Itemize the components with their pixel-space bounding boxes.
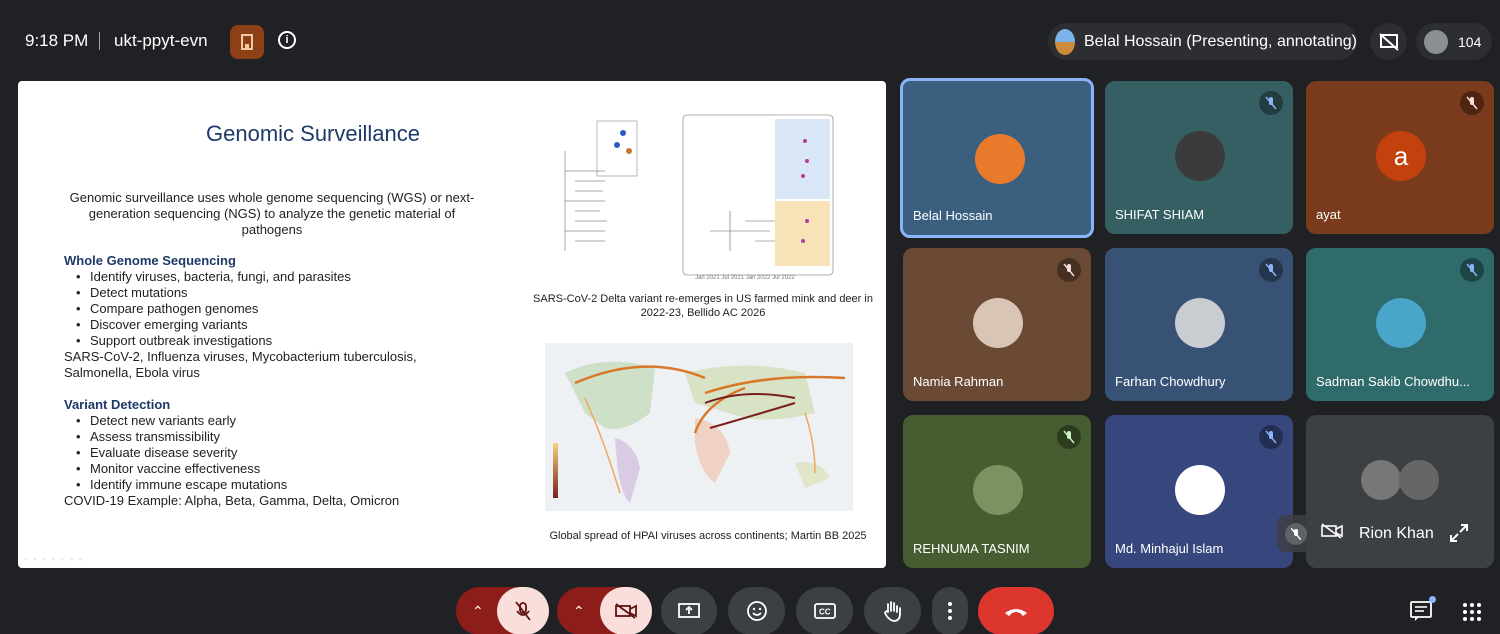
participants-avatar — [1424, 29, 1448, 54]
participant-tile[interactable]: SHIFAT SHIAM — [1105, 81, 1293, 234]
avatar — [973, 298, 1023, 348]
list-item: Assess transmissibility — [76, 429, 287, 445]
list-item: Support outbreak investigations — [76, 333, 351, 349]
participant-name: Belal Hossain — [913, 208, 993, 223]
cam-off-icon[interactable] — [1321, 523, 1343, 544]
present-off-icon[interactable] — [1370, 23, 1407, 60]
present-button[interactable] — [661, 587, 717, 634]
avatar — [1399, 460, 1439, 500]
presenter-label: Belal Hossain (Presenting, annotating) — [1083, 32, 1357, 50]
section-wgs-title: Whole Genome Sequencing — [64, 253, 236, 268]
camera-toggle-button[interactable] — [600, 587, 652, 634]
chevron-up-icon[interactable]: ⌃ — [573, 603, 585, 620]
participant-tile[interactable]: Sadman Sakib Chowdhu... — [1306, 248, 1494, 401]
mic-off-icon[interactable] — [1285, 522, 1307, 545]
avatar — [975, 134, 1025, 184]
captions-icon: CC — [813, 603, 836, 619]
participant-tile[interactable]: Namia Rahman — [903, 248, 1091, 401]
avatar — [1361, 460, 1401, 500]
avatar — [1175, 465, 1225, 515]
participant-tile[interactable]: Belal Hossain — [900, 78, 1094, 238]
participant-tile[interactable]: REHNUMA TASNIM — [903, 415, 1091, 568]
raise-hand-button[interactable] — [864, 587, 921, 634]
mic-off-icon — [1259, 91, 1283, 115]
slide-intro: Genomic surveillance uses whole genome s… — [69, 190, 475, 237]
participant-tile[interactable]: Md. Minhajul Islam — [1105, 415, 1293, 568]
slide-title: Genomic Surveillance — [206, 121, 420, 146]
list-item: Detect mutations — [76, 285, 351, 301]
figure2-caption: Global spread of HPAI viruses across con… — [549, 530, 867, 542]
phylogeny-figure: Jan 2021 Jul 2021 Jan 2022 Jul 2022 — [545, 111, 837, 281]
mic-off-icon — [515, 601, 531, 621]
building-icon[interactable] — [230, 25, 264, 59]
mic-toggle-button[interactable] — [497, 587, 549, 634]
captions-button[interactable]: CC — [796, 587, 853, 634]
mic-off-icon — [1057, 425, 1081, 449]
chevron-up-icon[interactable]: ⌃ — [472, 603, 484, 620]
svg-text:Jan 2021 Jul 2021 Ja: Jan 2021 Jul 2021 Jan 2022 Jul 2022 — [695, 275, 795, 281]
list-item: Detect new variants early — [76, 413, 287, 429]
clock: 9:18 PM — [25, 31, 89, 50]
notification-dot — [1429, 596, 1436, 603]
avatar — [1175, 298, 1225, 348]
presenter-avatar — [1055, 28, 1075, 55]
top-bar: 9:18 PM ukt-ppyt-evn i Belal Hossain (Pr… — [0, 0, 1500, 80]
self-view-name: Rion Khan — [1359, 524, 1434, 542]
info-icon[interactable]: i — [278, 31, 296, 49]
variant-note: COVID-19 Example: Alpha, Beta, Gamma, De… — [64, 493, 400, 508]
avatar — [1376, 298, 1426, 348]
mic-off-icon — [1259, 425, 1283, 449]
participant-name: ayat — [1316, 207, 1341, 222]
mic-off-icon — [1057, 258, 1081, 282]
more-icon — [948, 602, 952, 620]
raise-hand-icon — [883, 601, 901, 622]
list-item: Discover emerging variants — [76, 317, 351, 333]
wgs-note: SARS-CoV-2, Influenza viruses, Mycobacte… — [64, 349, 417, 380]
emoji-icon — [746, 601, 767, 621]
presenter-pill[interactable]: Belal Hossain (Presenting, annotating) — [1048, 23, 1357, 60]
participant-name: Namia Rahman — [913, 374, 1004, 389]
section-variant-title: Variant Detection — [64, 397, 171, 412]
divider — [99, 32, 100, 50]
participant-name: Sadman Sakib Chowdhu... — [1316, 374, 1470, 389]
mic-off-icon — [1460, 258, 1484, 282]
list-item: Identify viruses, bacteria, fungi, and p… — [76, 269, 351, 285]
more-options-button[interactable] — [932, 587, 968, 634]
participant-name: Md. Minhajul Islam — [1115, 541, 1224, 556]
slide-controls[interactable]: ◦◦◦◦◦◦◦ — [24, 554, 88, 564]
presentation-slide: Genomic Surveillance Genomic surveillanc… — [18, 81, 886, 568]
apps-icon[interactable] — [1462, 602, 1482, 627]
avatar — [1175, 131, 1225, 181]
chat-icon[interactable] — [1409, 596, 1436, 627]
present-icon — [678, 603, 700, 618]
avatar: a — [1376, 131, 1426, 181]
hangup-icon — [1005, 609, 1027, 616]
list-item: Compare pathogen genomes — [76, 301, 351, 317]
avatar — [973, 465, 1023, 515]
participants-button[interactable]: 104 — [1416, 23, 1492, 60]
expand-icon[interactable] — [1450, 524, 1468, 547]
mic-off-icon — [1259, 258, 1283, 282]
list-item: Monitor vaccine effectiveness — [76, 461, 287, 477]
participant-name: Farhan Chowdhury — [1115, 374, 1226, 389]
wgs-list: Identify viruses, bacteria, fungi, and p… — [76, 269, 351, 349]
reactions-button[interactable] — [728, 587, 785, 634]
variant-list: Detect new variants early Assess transmi… — [76, 413, 287, 493]
leave-call-button[interactable] — [978, 587, 1054, 634]
figure1-caption: SARS-CoV-2 Delta variant re-emerges in U… — [533, 293, 873, 319]
list-item: Evaluate disease severity — [76, 445, 287, 461]
svg-text:CC: CC — [819, 608, 831, 617]
self-view-bar[interactable]: Rion Khan — [1277, 515, 1482, 552]
list-item: Identify immune escape mutations — [76, 477, 287, 493]
participant-count: 104 — [1458, 33, 1482, 50]
participant-tile[interactable]: Farhan Chowdhury — [1105, 248, 1293, 401]
participant-tile[interactable]: a ayat — [1306, 81, 1494, 234]
meeting-code[interactable]: ukt-ppyt-evn — [114, 31, 208, 51]
participant-name: SHIFAT SHIAM — [1115, 207, 1205, 222]
world-map-figure — [545, 343, 853, 511]
mic-off-icon — [1460, 91, 1484, 115]
participant-name: REHNUMA TASNIM — [913, 541, 1030, 556]
cam-off-icon — [615, 603, 637, 619]
